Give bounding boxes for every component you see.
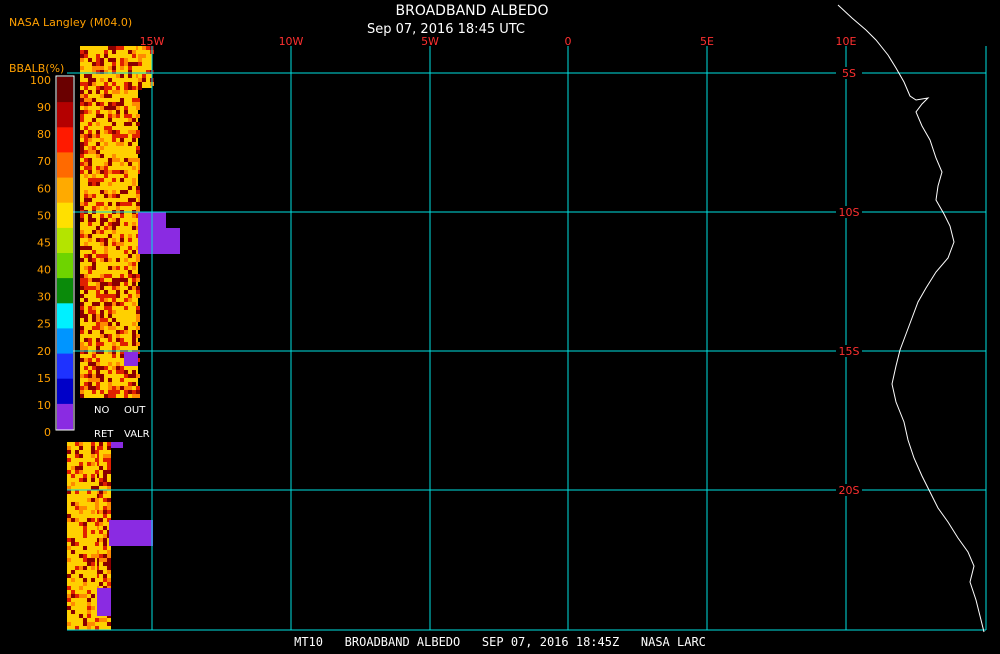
legend-swatch [57,177,73,204]
no-retrieval-block [124,352,138,366]
legend-tick-label: 70 [37,155,51,168]
legend-swatch [57,127,73,153]
legend-swatch [57,353,73,380]
latitude-label: 5S [842,67,856,80]
map-subtitle: Sep 07, 2016 18:45 UTC [367,22,525,37]
legend-swatch [57,378,73,405]
footer-caption: MT10 BROADBAND ALBEDO SEP 07, 2016 18:45… [294,635,706,649]
latitude-label: 10S [839,206,860,219]
map-canvas: 15W 10W 5W 0 5E 10E 5S 10S 15S 20S NASA Langley (… [0,0,1000,650]
legend-swatch [57,278,73,304]
legend-tick-label: 0 [44,426,51,439]
legend-tick-label: 15 [37,372,51,385]
legend-tick-label: 20 [37,345,51,358]
legend-tick-label: 90 [37,101,51,114]
latitude-label: 15S [839,345,860,358]
no-ret-label-line1: NO [94,405,109,416]
map-background [0,0,1000,650]
legend-tick-label: 45 [37,237,51,250]
no-retrieval-block [97,588,111,616]
legend-tick-label: 100 [30,74,51,87]
out-valr-label-line1: OUT [124,405,146,416]
legend-swatch [57,303,73,329]
legend-swatch [57,77,73,103]
legend-swatch [57,328,73,354]
legend-swatch [57,102,73,128]
legend-tick-label: 40 [37,264,51,277]
out-valr-label-line2: VALR [124,429,150,440]
longitude-label: 10W [279,35,304,48]
no-retrieval-block [138,228,180,254]
no-retrieval-block [111,442,123,448]
longitude-label: 5E [700,35,714,48]
legend-swatch [57,202,73,229]
legend-swatches [57,77,73,430]
credit-label: NASA Langley (M04.0) [9,16,132,29]
legend-tick-label: 50 [37,209,51,222]
legend-tick-label: 10 [37,399,51,412]
legend-swatch [57,227,73,254]
no-ret-label-line2: RET [94,429,114,440]
legend-tick-label: 30 [37,291,51,304]
legend-tick-label: 80 [37,128,51,141]
legend-swatch [57,152,73,178]
longitude-label: 10E [836,35,857,48]
legend-tick-label: 25 [37,318,51,331]
legend-swatch [57,403,73,430]
legend-tick-label: 60 [37,182,51,195]
latitude-label: 20S [839,484,860,497]
no-retrieval-block [109,520,153,546]
longitude-label: 0 [565,35,572,48]
map-title: BROADBAND ALBEDO [396,3,549,19]
longitude-label: 15W [140,35,165,48]
legend-swatch [57,253,73,279]
